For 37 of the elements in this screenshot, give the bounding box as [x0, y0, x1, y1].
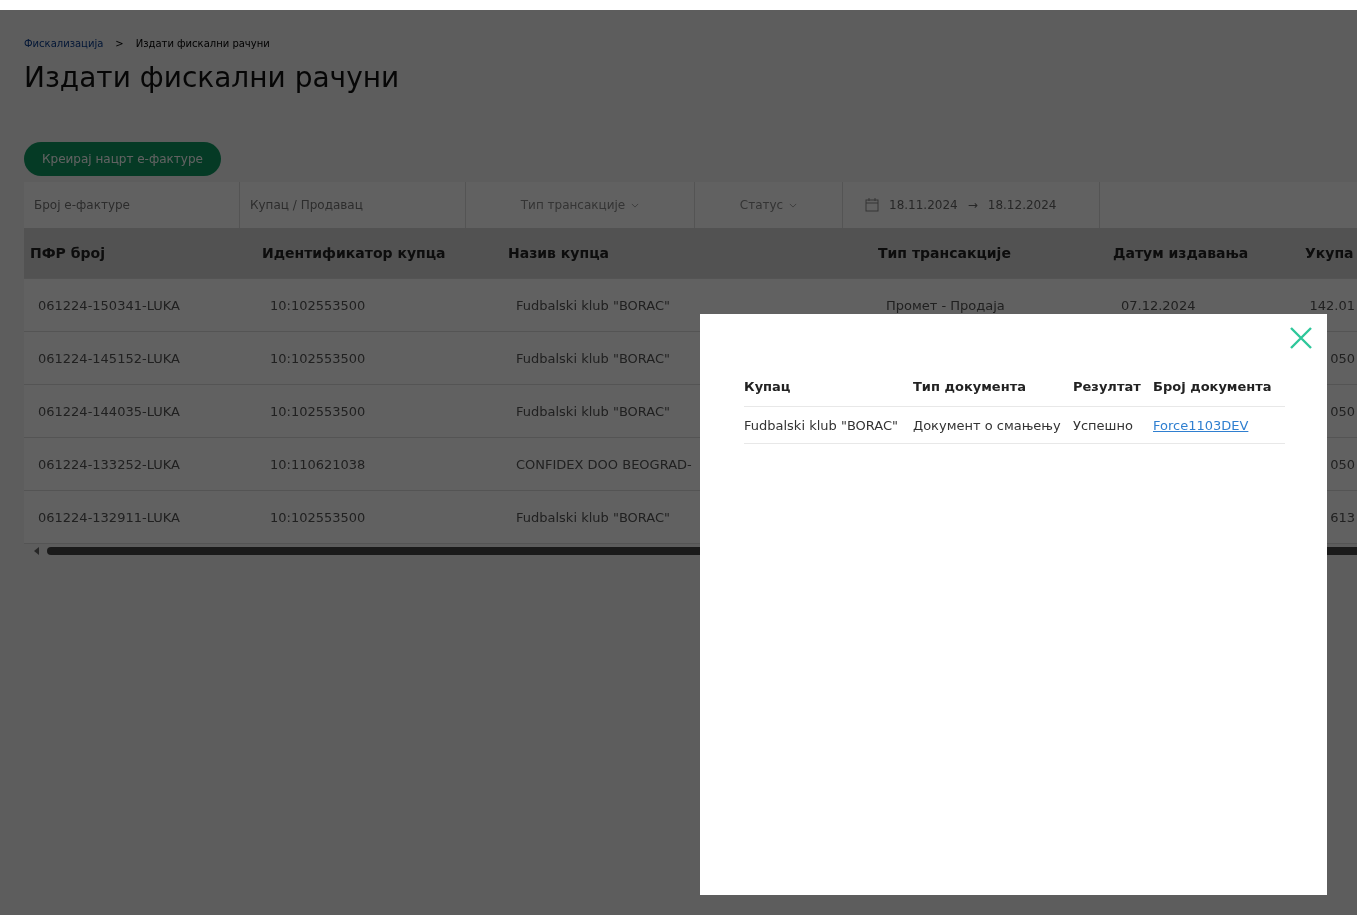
table-cell-text: Fudbalski klub "BORAC" [744, 417, 900, 433]
table-cell-text: 061224-150341-LUKA [37, 297, 181, 313]
table-cell-text: CONFIDEX DOO BEOGRAD- [515, 456, 693, 472]
date-arrow: → [967, 198, 978, 212]
column-header: Укупа [1304, 245, 1355, 261]
column-header: Идентификатор купца [261, 245, 447, 261]
column-header: Тип трансакције [877, 245, 1012, 261]
table-cell-text: 050 [1329, 403, 1356, 419]
table-cell-text: Успешно [1073, 417, 1134, 433]
table-cell-text: 061224-144035-LUKA [37, 403, 181, 419]
table-cell-text: Fudbalski klub "BORAC" [515, 297, 672, 313]
table-cell-text: Fudbalski klub "BORAC" [515, 350, 672, 366]
table-cell-text: 07.12.2024 [1120, 297, 1197, 313]
column-header: Назив купца [507, 245, 610, 261]
table-cell-text: 061224-133252-LUKA [37, 456, 181, 472]
table-cell-text: Fudbalski klub "BORAC" [515, 403, 672, 419]
table-cell-text: Промет - Продаја [885, 297, 1006, 313]
page-title: Издати фискални рачуни [24, 61, 401, 94]
table-cell-text: 10:102553500 [269, 350, 367, 366]
column-header: ПФР број [29, 245, 106, 261]
table-cell-text: Документ о смањењу [913, 417, 1062, 433]
column-header: Датум издавања [1112, 245, 1250, 261]
table-cell-text: 10:102553500 [269, 509, 367, 525]
table-cell-text: Fudbalski klub "BORAC" [515, 509, 672, 525]
table-cell-text: 061224-132911-LUKA [37, 509, 181, 525]
table-cell-text: 050 [1329, 350, 1356, 366]
table-cell-text: 061224-145152-LUKA [37, 350, 181, 366]
breadcrumb-item: Издати фискални рачуни [135, 38, 270, 49]
table-cell-text: 10:102553500 [269, 297, 367, 313]
table-cell-text: 613 [1329, 509, 1356, 525]
table-cell-text: 142.01 [1308, 297, 1356, 313]
breadcrumb-item: > [115, 38, 124, 49]
date-from: 18.11.2024 [889, 198, 958, 212]
table-cell-text: 050 [1329, 456, 1356, 472]
table-cell-text: 10:110621038 [269, 456, 367, 472]
table-cell-text: 10:102553500 [269, 403, 367, 419]
date-to: 18.12.2024 [987, 198, 1057, 212]
